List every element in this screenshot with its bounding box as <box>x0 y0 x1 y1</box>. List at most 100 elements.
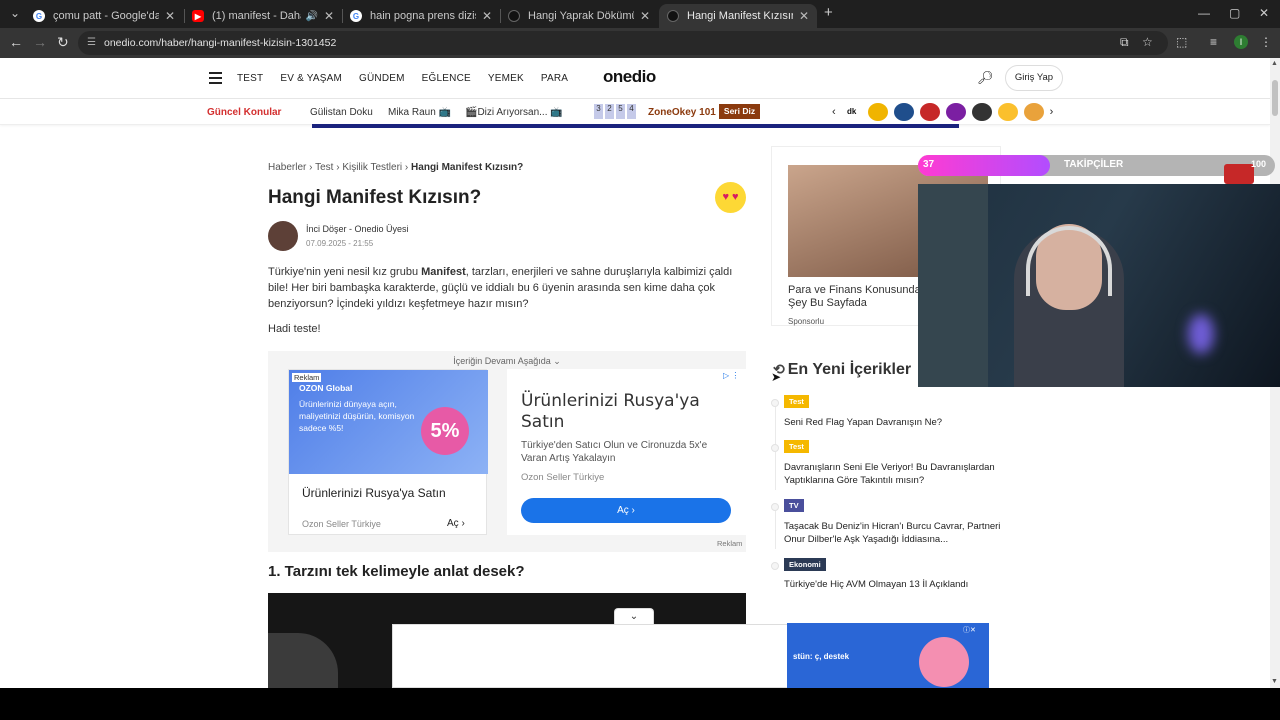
category-tag[interactable]: Ekonomi <box>784 558 826 571</box>
ad-title[interactable]: Ürünlerinizi Rusya'ya Satın <box>302 486 446 500</box>
ad-open-button[interactable]: Aç › <box>521 498 731 523</box>
hamburger-menu-icon[interactable] <box>209 72 222 87</box>
nav-yemek[interactable]: YEMEK <box>488 73 524 84</box>
tab-4[interactable]: Hangi Yaprak Dökümü Karakter ✕ <box>500 4 658 28</box>
site-info-icon[interactable]: ☰ <box>87 37 96 48</box>
category-tag[interactable]: TV <box>784 499 804 512</box>
close-icon[interactable]: ✕ <box>165 9 175 23</box>
bookmark-star-icon[interactable]: ☆ <box>1142 35 1153 49</box>
story-bubble[interactable]: dk <box>841 103 862 121</box>
ad-copy: Ürünlerinizi dünyaya açın, maliyetinizi … <box>299 399 415 433</box>
story-bubble[interactable] <box>997 103 1018 121</box>
breadcrumb-link[interactable]: Haberler <box>268 162 306 173</box>
topic-link[interactable]: Mika Raun 📺 <box>388 107 451 118</box>
breadcrumb-link[interactable]: Test <box>315 162 333 173</box>
scroll-up-icon[interactable]: ▲ <box>1271 60 1278 67</box>
article-lead: Türkiye'nin yeni nesil kız grubu Manifes… <box>268 264 746 312</box>
back-icon[interactable]: ← <box>9 34 23 50</box>
category-tag[interactable]: Test <box>784 440 809 453</box>
question-heading: 1. Tarzını tek kelimeyle anlat desek? <box>268 563 525 580</box>
address-bar[interactable]: ☰ onedio.com/haber/hangi-manifest-kizisi… <box>78 31 1168 55</box>
site-header: TEST EV & YAŞAM GÜNDEM EĞLENCE YEMEK PAR… <box>0 58 1270 99</box>
follower-goal: 100 <box>1251 159 1267 169</box>
ad-choices-icon[interactable]: ⓘ✕ <box>963 625 976 635</box>
ad-open-label: Aç <box>617 505 629 516</box>
ad-image[interactable]: Reklam OZON Global Ürünlerinizi dünyaya … <box>289 370 488 474</box>
tab-1[interactable]: Gçomu patt - Google'da Ara ✕ <box>25 4 183 28</box>
zoneokey-link[interactable]: ZoneOkey 101 <box>648 107 716 118</box>
onedio-icon <box>667 10 679 22</box>
story-bubble[interactable] <box>867 103 888 121</box>
heart-eyes-emoji-icon[interactable]: ♥ ♥ <box>715 182 746 213</box>
nav-eglence[interactable]: EĞLENCE <box>422 73 471 84</box>
story-bubble[interactable] <box>919 103 940 121</box>
seri-diz-link[interactable]: Seri Diz <box>719 104 760 119</box>
chevron-left-icon[interactable]: ‹ <box>832 106 836 118</box>
scroll-down-icon[interactable]: ▼ <box>1271 678 1278 685</box>
chevron-right-icon[interactable]: › <box>1050 106 1054 118</box>
speaker-icon[interactable]: 🔊 <box>305 11 317 22</box>
window-close-icon[interactable]: ✕ <box>1259 6 1269 20</box>
nav-gundem[interactable]: GÜNDEM <box>359 73 405 84</box>
list-item-title[interactable]: Davranışların Seni Ele Veriyor! Bu Davra… <box>784 461 1004 487</box>
list-item-title[interactable]: Türkiye'de Hiç AVM Olmayan 13 İl Açıklan… <box>784 578 1004 591</box>
minimize-icon[interactable]: — <box>1198 6 1210 20</box>
install-icon[interactable]: ⧉ <box>1120 35 1129 50</box>
profile-avatar[interactable]: I <box>1234 35 1248 49</box>
tab-search-icon[interactable]: ⌄ <box>10 6 20 20</box>
extensions-icon[interactable]: ⬚ <box>1176 35 1187 49</box>
story-bubble[interactable] <box>893 103 914 121</box>
author-role: - Onedio Üyesi <box>346 224 409 234</box>
list-item-title[interactable]: Taşacak Bu Deniz'in Hicran'ı Burcu Cavra… <box>784 520 1004 546</box>
follower-goal-bar: 37 TAKİPÇİLER 100 <box>918 155 1275 184</box>
story-bubble[interactable] <box>945 103 966 121</box>
ad-card-right[interactable]: ▷ ⋮ Ürünlerinizi Rusya'ya Satın Türkiye'… <box>507 369 746 535</box>
topic-link[interactable]: Gülistan Doku <box>310 107 373 118</box>
maximize-icon[interactable]: ▢ <box>1229 6 1240 20</box>
tab-2[interactable]: ▶ (1) manifest - Daha İyi | Offi 🔊 ✕ <box>184 4 342 28</box>
close-icon[interactable]: ✕ <box>482 9 492 23</box>
login-button[interactable]: Giriş Yap <box>1005 65 1063 91</box>
site-logo[interactable]: onedio <box>603 67 656 87</box>
media-icon[interactable]: ≡ <box>1210 35 1217 49</box>
story-bubble[interactable] <box>1023 103 1044 121</box>
list-item-title[interactable]: Seni Red Flag Yapan Davranışın Ne? <box>784 416 1004 429</box>
google-icon: G <box>350 10 362 22</box>
ad-open-label: Aç <box>447 518 459 529</box>
category-tag[interactable]: Test <box>784 395 809 408</box>
new-tab-icon[interactable]: + <box>824 4 833 21</box>
forward-icon[interactable]: → <box>33 34 47 50</box>
breadcrumb-link[interactable]: Kişilik Testleri <box>342 162 402 173</box>
topics-label: Güncel Konular <box>207 107 282 118</box>
nav-ev-yasam[interactable]: EV & YAŞAM <box>280 73 342 84</box>
nav-test[interactable]: TEST <box>237 73 263 84</box>
ad-brand: OZON Global <box>299 383 353 393</box>
reload-icon[interactable]: ↻ <box>57 34 69 51</box>
search-icon[interactable]: 🔎︎ <box>977 70 994 86</box>
tile: 5 <box>616 104 625 119</box>
ad-percent: 5% <box>421 407 469 455</box>
breadcrumb-current: Hangi Manifest Kızısın? <box>411 162 524 173</box>
story-bubble[interactable] <box>971 103 992 121</box>
url-text: onedio.com/haber/hangi-manifest-kizisin-… <box>104 37 337 49</box>
sticky-ad-collapse-icon[interactable]: ⌄ <box>614 608 654 625</box>
ad-choices-icon[interactable]: ▷ ⋮ <box>723 371 739 380</box>
topics-bar: Güncel Konular Gülistan Doku Mika Raun 📺… <box>0 99 1270 125</box>
topic-link[interactable]: 🎬Dizi Arıyorsan... 📺 <box>465 107 563 118</box>
sidebar-ad[interactable]: stün: ç, destek ⓘ✕ <box>787 623 989 688</box>
author-avatar[interactable] <box>268 221 298 251</box>
tab-3[interactable]: Ghain pogna prens dizisi - Goog ✕ <box>342 4 500 28</box>
close-icon[interactable]: ✕ <box>799 9 809 23</box>
menu-dots-icon[interactable]: ⋮ <box>1260 35 1272 49</box>
ad-open-button[interactable]: Aç › <box>447 518 465 529</box>
youtube-icon: ▶ <box>192 10 204 22</box>
ad-headline[interactable]: Ürünlerinizi Rusya'ya Satın <box>521 391 726 433</box>
close-icon[interactable]: ✕ <box>640 9 650 23</box>
ad-card-left[interactable]: Reklam OZON Global Ürünlerinizi dünyaya … <box>288 369 488 535</box>
tab-5-active[interactable]: Hangi Manifest Kızısın? - Oned ✕ <box>659 4 817 28</box>
webcam-overlay <box>918 184 1280 387</box>
nav-para[interactable]: PARA <box>541 73 568 84</box>
author-name[interactable]: İnci Döşer <box>306 224 347 234</box>
close-icon[interactable]: ✕ <box>324 9 334 23</box>
scroll-thumb[interactable] <box>1272 80 1278 116</box>
